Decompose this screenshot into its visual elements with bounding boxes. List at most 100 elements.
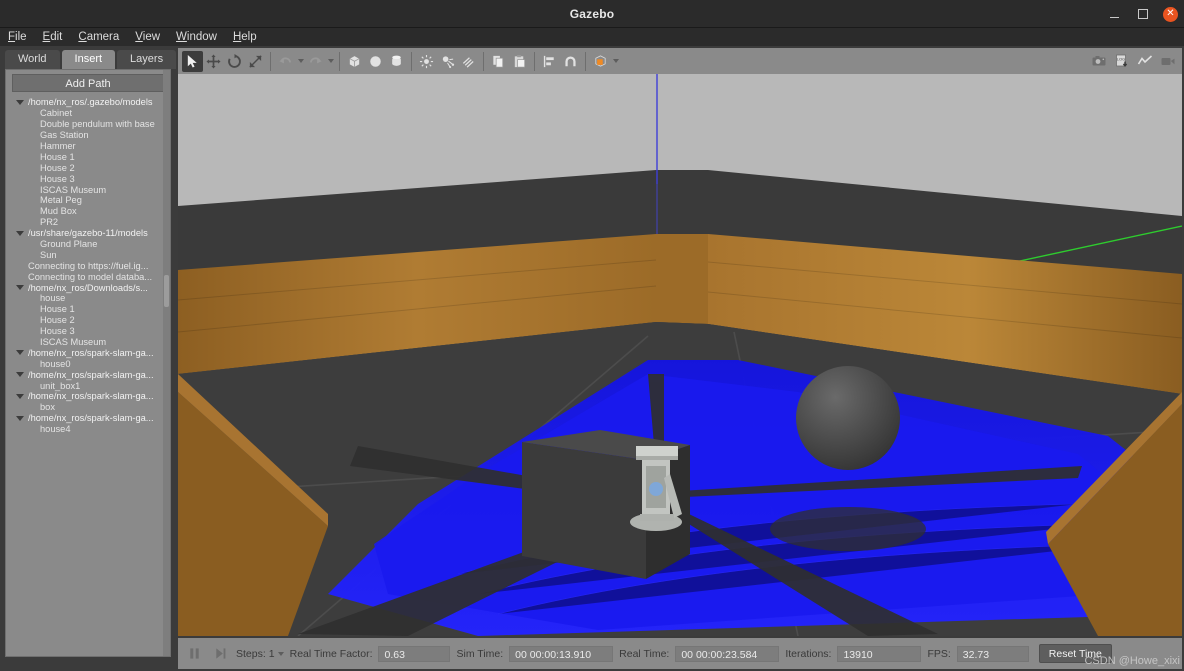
tree-item-label: House 2 bbox=[40, 162, 75, 173]
close-icon[interactable]: ✕ bbox=[1163, 6, 1178, 22]
add-path-button[interactable]: Add Path bbox=[12, 74, 164, 92]
tab-world[interactable]: World bbox=[5, 50, 60, 69]
align-icon[interactable] bbox=[539, 51, 560, 72]
tree-item-label: house4 bbox=[40, 424, 71, 435]
tree-item-row[interactable]: House 2 bbox=[6, 315, 170, 326]
minimize-icon[interactable] bbox=[1107, 7, 1122, 22]
tree-item-row[interactable]: Metal Peg bbox=[6, 195, 170, 206]
tree-item-row[interactable]: box bbox=[6, 402, 170, 413]
sphere-icon[interactable] bbox=[365, 51, 386, 72]
tab-insert[interactable]: Insert bbox=[61, 50, 116, 69]
3d-viewport[interactable] bbox=[178, 74, 1182, 636]
view-angle-dropdown-icon[interactable] bbox=[611, 51, 620, 72]
tree-item-row[interactable]: House 2 bbox=[6, 162, 170, 173]
tree-group-row[interactable]: /home/nx_ros/Downloads/s... bbox=[6, 282, 170, 293]
spot-light-icon[interactable] bbox=[437, 51, 458, 72]
tree-item-row[interactable]: Cabinet bbox=[6, 108, 170, 119]
menu-edit[interactable]: Edit bbox=[43, 31, 63, 43]
box-icon[interactable] bbox=[344, 51, 365, 72]
tree-item-row[interactable]: Mud Box bbox=[6, 206, 170, 217]
chevron-down-icon[interactable] bbox=[16, 98, 25, 107]
tree-item-row[interactable]: ISCAS Museum bbox=[6, 337, 170, 348]
tree-item-label: House 2 bbox=[40, 315, 75, 326]
menu-window[interactable]: Window bbox=[176, 31, 217, 43]
tree-item-row[interactable]: House 1 bbox=[6, 304, 170, 315]
tree-item-label: Ground Plane bbox=[40, 239, 98, 250]
video-record-icon[interactable] bbox=[1157, 51, 1178, 72]
step-forward-icon[interactable] bbox=[210, 644, 230, 664]
cylinder-icon[interactable] bbox=[386, 51, 407, 72]
menu-view[interactable]: View bbox=[135, 31, 160, 43]
tree-group-row[interactable]: /home/nx_ros/.gazebo/models bbox=[6, 97, 170, 108]
tree-group-row[interactable]: /home/nx_ros/spark-slam-ga... bbox=[6, 391, 170, 402]
tree-group-row[interactable]: /home/nx_ros/spark-slam-ga... bbox=[6, 347, 170, 358]
tree-item-label: ISCAS Museum bbox=[40, 337, 107, 348]
translate-icon[interactable] bbox=[203, 51, 224, 72]
tree-group-row[interactable]: /home/nx_ros/spark-slam-ga... bbox=[6, 413, 170, 424]
scene-toolbar: LOG bbox=[178, 48, 1182, 74]
plot-icon[interactable] bbox=[1134, 51, 1155, 72]
redo-icon[interactable] bbox=[305, 51, 326, 72]
simulation-status-bar: Steps: 1 Real Time Factor: 0.63 Sim Time… bbox=[178, 638, 1182, 669]
tree-item-row[interactable]: unit_box1 bbox=[6, 380, 170, 391]
tree-item-row[interactable]: Double pendulum with base bbox=[6, 119, 170, 130]
undo-dropdown-icon[interactable] bbox=[296, 51, 305, 72]
tree-group-row[interactable]: /home/nx_ros/spark-slam-ga... bbox=[6, 369, 170, 380]
select-arrow-icon[interactable] bbox=[182, 50, 203, 72]
tree-item-row[interactable]: House 3 bbox=[6, 173, 170, 184]
tree-item-label: /home/nx_ros/.gazebo/models bbox=[28, 97, 153, 108]
menu-camera[interactable]: Camera bbox=[78, 31, 119, 43]
point-light-icon[interactable] bbox=[416, 51, 437, 72]
log-record-icon[interactable]: LOG bbox=[1111, 51, 1132, 72]
chevron-down-icon[interactable] bbox=[16, 370, 25, 379]
steps-control[interactable]: Steps: 1 bbox=[236, 648, 284, 660]
chevron-down-icon[interactable] bbox=[16, 283, 25, 292]
chevron-down-icon[interactable] bbox=[16, 392, 25, 401]
tree-group-row[interactable]: /usr/share/gazebo-11/models bbox=[6, 228, 170, 239]
menu-file[interactable]: File bbox=[8, 31, 27, 43]
tree-item-row[interactable]: house0 bbox=[6, 358, 170, 369]
tree-item-label: /home/nx_ros/spark-slam-ga... bbox=[28, 391, 154, 402]
steps-dropdown-icon[interactable] bbox=[277, 651, 284, 656]
view-angle-cube-icon[interactable] bbox=[590, 51, 611, 72]
tree-item-row[interactable]: Gas Station bbox=[6, 130, 170, 141]
tree-item-row[interactable]: PR2 bbox=[6, 217, 170, 228]
tree-item-row[interactable]: house4 bbox=[6, 424, 170, 435]
copy-icon[interactable] bbox=[488, 51, 509, 72]
chevron-down-icon[interactable] bbox=[16, 229, 25, 238]
undo-icon[interactable] bbox=[275, 51, 296, 72]
tab-layers[interactable]: Layers bbox=[117, 50, 177, 69]
pause-icon[interactable] bbox=[184, 644, 204, 664]
tree-item-label: House 3 bbox=[40, 173, 75, 184]
tree-item-label: /home/nx_ros/spark-slam-ga... bbox=[28, 369, 154, 380]
real-time-label: Real Time: bbox=[619, 647, 670, 660]
directional-light-icon[interactable] bbox=[458, 51, 479, 72]
panel-scrollbar[interactable] bbox=[163, 70, 170, 656]
tree-item-label: Hammer bbox=[40, 141, 76, 151]
tree-item-row[interactable]: Sun bbox=[6, 249, 170, 260]
screenshot-camera-icon[interactable] bbox=[1088, 51, 1109, 72]
tree-item-row[interactable]: House 1 bbox=[6, 151, 170, 162]
tree-item-row[interactable]: Hammer bbox=[6, 141, 170, 152]
tree-item-row[interactable]: House 3 bbox=[6, 326, 170, 337]
paste-icon[interactable] bbox=[509, 51, 530, 72]
tree-item-label: unit_box1 bbox=[40, 380, 81, 391]
rotate-icon[interactable] bbox=[224, 51, 245, 72]
toolbar-separator bbox=[585, 51, 586, 71]
scale-icon[interactable] bbox=[245, 51, 266, 72]
tree-item-row[interactable]: Ground Plane bbox=[6, 239, 170, 250]
tree-item-row[interactable]: ISCAS Museum bbox=[6, 184, 170, 195]
render-area: LOG Steps: 1 Real Time Factor: 0.63 Sim … bbox=[176, 46, 1184, 671]
model-tree: /home/nx_ros/.gazebo/models Cabinet Double… bbox=[6, 94, 170, 435]
chevron-down-icon[interactable] bbox=[16, 414, 25, 423]
tree-item-row[interactable]: Connecting to model databa... bbox=[6, 271, 170, 282]
menu-help[interactable]: Help bbox=[233, 31, 257, 43]
snap-icon[interactable] bbox=[560, 51, 581, 72]
tree-item-row[interactable]: Connecting to https://fuel.ig... bbox=[6, 260, 170, 271]
chevron-down-icon[interactable] bbox=[16, 348, 25, 357]
maximize-icon[interactable] bbox=[1135, 7, 1150, 22]
panel-scrollbar-thumb[interactable] bbox=[164, 275, 169, 307]
tree-item-row[interactable]: house bbox=[6, 293, 170, 304]
steps-label: Steps: bbox=[236, 647, 266, 660]
redo-dropdown-icon[interactable] bbox=[326, 51, 335, 72]
